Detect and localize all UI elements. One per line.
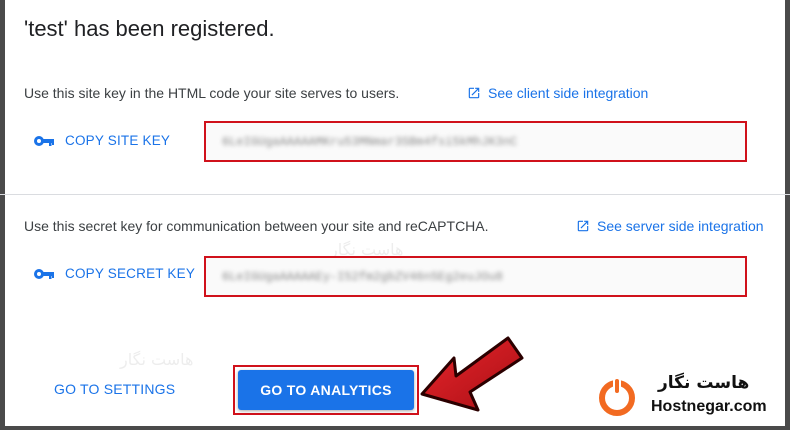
open-in-new-icon (468, 87, 480, 99)
copy-secret-key-button[interactable]: COPY SECRET KEY (33, 266, 195, 281)
client-side-integration-label: See client side integration (488, 85, 649, 101)
background-watermark: هاست نگار (120, 350, 194, 369)
go-to-settings-button[interactable]: GO TO SETTINGS (54, 381, 175, 397)
pointer-arrow-icon (420, 336, 524, 412)
watermark-brand-fa: هاست نگار (658, 373, 750, 393)
secret-key-description: Use this secret key for communication be… (24, 218, 489, 234)
client-side-integration-link[interactable]: See client side integration (467, 85, 648, 101)
server-side-integration-label: See server side integration (597, 218, 764, 234)
hostnegar-logo-icon (599, 377, 635, 416)
open-in-new-icon (577, 220, 589, 232)
site-key-value: 6LeIGUgaAAAAAMKru53MNmar3SBm4fsi5kMhJK3n… (222, 134, 518, 149)
go-to-analytics-button[interactable]: GO TO ANALYTICS (238, 370, 414, 410)
page-title: 'test' has been registered. (24, 16, 275, 41)
copy-site-key-button[interactable]: COPY SITE KEY (33, 133, 170, 148)
secret-key-field[interactable]: 6LeIGUgaAAAAAEy-I52fm2gbZV46n5Eg2euJOu8 (204, 256, 747, 297)
site-key-description: Use this site key in the HTML code your … (24, 85, 400, 101)
watermark-brand-en: Hostnegar.com (651, 398, 767, 415)
secret-key-value: 6LeIGUgaAAAAAEy-I52fm2gbZV46n5Eg2euJOu8 (222, 269, 503, 284)
section-divider (0, 194, 790, 195)
server-side-integration-link[interactable]: See server side integration (576, 218, 764, 234)
key-icon (34, 268, 54, 279)
copy-secret-key-label: COPY SECRET KEY (65, 266, 196, 281)
site-key-field[interactable]: 6LeIGUgaAAAAAMKru53MNmar3SBm4fsi5kMhJK3n… (204, 121, 747, 162)
copy-site-key-label: COPY SITE KEY (65, 133, 171, 148)
key-icon (34, 135, 54, 146)
